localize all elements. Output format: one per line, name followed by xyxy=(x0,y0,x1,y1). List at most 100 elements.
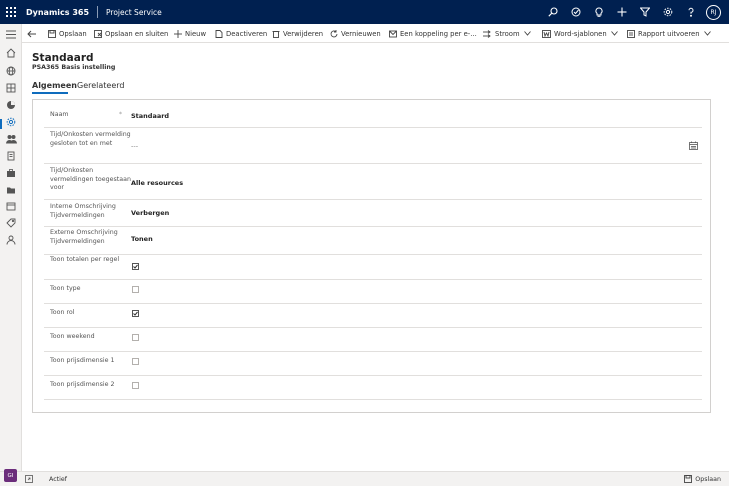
report-icon xyxy=(627,29,635,38)
new-button[interactable]: Nieuw xyxy=(174,24,206,43)
deactivate-label: Deactiveren xyxy=(226,29,268,38)
dashboard-icon[interactable] xyxy=(4,81,18,95)
word-templates-button[interactable]: Word-sjablonen xyxy=(542,24,618,43)
chevron-down-icon xyxy=(523,31,531,36)
active-nav-indicator xyxy=(0,119,2,129)
refresh-button[interactable]: Vernieuwen xyxy=(330,24,381,43)
home-icon[interactable] xyxy=(4,46,18,60)
app-name[interactable]: Dynamics 365 xyxy=(22,8,97,17)
calendar-icon[interactable] xyxy=(4,199,18,213)
checkbox-price-dimension-1[interactable] xyxy=(132,358,139,365)
field-value-name[interactable]: Standaard xyxy=(131,112,169,120)
field-label-show-role: Toon rol xyxy=(50,309,75,316)
contract-icon[interactable] xyxy=(4,149,18,163)
back-button[interactable] xyxy=(27,24,39,43)
save-icon xyxy=(684,475,693,483)
command-bar: Opslaan Opslaan en sluiten Nieuw Deactiv… xyxy=(22,24,729,43)
checkmark-icon xyxy=(133,264,138,269)
save-and-close-button[interactable]: Opslaan en sluiten xyxy=(94,24,168,43)
filter-icon[interactable] xyxy=(633,0,656,24)
field-row-external-description: Externe Omschrijving Tijdvermeldingen To… xyxy=(44,227,702,255)
general-section: Naam * Standaard Tijd/Onkosten vermeldin… xyxy=(32,99,711,413)
trash-icon xyxy=(272,30,280,38)
deactivate-button[interactable]: Deactiveren xyxy=(215,24,267,43)
chevron-down-icon xyxy=(610,31,618,36)
module-name[interactable]: Project Service xyxy=(98,8,162,17)
save-label: Opslaan xyxy=(59,29,87,38)
settings-icon[interactable] xyxy=(4,115,18,129)
lightbulb-icon[interactable] xyxy=(587,0,610,24)
field-row-closed-until: Tijd/Onkosten vermelding gesloten tot en… xyxy=(44,128,702,164)
tag-icon[interactable] xyxy=(4,216,18,230)
word-templates-label: Word-sjablonen xyxy=(554,29,607,38)
email-link-button[interactable]: Een koppeling per e-... xyxy=(389,24,477,43)
tab-related[interactable]: Gerelateerd xyxy=(77,81,125,90)
top-navigation-bar: Dynamics 365 Project Service RJ xyxy=(0,0,729,24)
expand-icon[interactable] xyxy=(25,475,33,485)
chevron-down-icon xyxy=(703,31,711,36)
run-report-label: Rapport uitvoeren xyxy=(638,29,700,38)
status-bar: GI Actief Opslaan xyxy=(0,469,729,486)
search-icon[interactable] xyxy=(541,0,564,24)
field-row-allowed-for: Tijd/Onkosten vermeldingen toegestaan vo… xyxy=(44,164,702,200)
record-title: Standaard xyxy=(32,52,94,64)
email-link-icon xyxy=(389,30,397,37)
field-label-price-dimension-1: Toon prijsdimensie 1 xyxy=(50,357,115,364)
field-value-external-description[interactable]: Tonen xyxy=(131,235,153,243)
folder-icon[interactable] xyxy=(4,183,18,197)
new-label: Nieuw xyxy=(185,29,207,38)
field-row-show-role: Toon rol xyxy=(44,304,702,328)
field-value-internal-description[interactable]: Verbergen xyxy=(131,209,169,217)
deactivate-icon xyxy=(215,29,223,38)
flow-button[interactable]: Stroom xyxy=(483,24,531,43)
checkbox-show-totals[interactable] xyxy=(132,263,139,270)
help-icon[interactable] xyxy=(679,0,702,24)
status-save-button[interactable]: Opslaan xyxy=(684,475,721,483)
calendar-icon[interactable] xyxy=(689,141,698,152)
task-flow-icon[interactable] xyxy=(564,0,587,24)
field-label-price-dimension-2: Toon prijsdimensie 2 xyxy=(50,381,115,388)
delete-label: Verwijderen xyxy=(283,29,324,38)
briefcase-icon[interactable] xyxy=(4,166,18,180)
field-row-internal-description: Interne Omschrijving Tijdvermeldingen Ve… xyxy=(44,200,702,227)
field-label-closed-until: Tijd/Onkosten vermelding gesloten tot en… xyxy=(50,131,131,147)
save-button[interactable]: Opslaan xyxy=(48,24,87,43)
checkmark-icon xyxy=(133,311,138,316)
field-row-show-totals: Toon totalen per regel xyxy=(44,255,702,280)
field-value-closed-until[interactable]: --- xyxy=(131,142,138,150)
email-link-label: Een koppeling per e-... xyxy=(400,29,477,38)
field-label-internal-description: Interne Omschrijving Tijdvermeldingen xyxy=(50,203,116,219)
refresh-icon xyxy=(330,29,338,37)
field-label-allowed-for: Tijd/Onkosten vermeldingen toegestaan vo… xyxy=(50,167,131,191)
resource-icon[interactable] xyxy=(4,233,18,247)
hamburger-menu-icon[interactable] xyxy=(4,27,18,41)
field-label-show-type: Toon type xyxy=(50,285,81,292)
delete-button[interactable]: Verwijderen xyxy=(272,24,323,43)
run-report-button[interactable]: Rapport uitvoeren xyxy=(627,24,711,43)
field-label-show-totals: Toon totalen per regel xyxy=(50,256,120,263)
field-row-price-dimension-1: Toon prijsdimensie 1 xyxy=(44,352,702,376)
word-template-icon xyxy=(542,29,551,38)
app-launcher-icon[interactable] xyxy=(0,0,22,24)
field-value-allowed-for[interactable]: Alle resources xyxy=(131,179,183,187)
field-label-external-description: Externe Omschrijving Tijdvermeldingen xyxy=(50,229,118,245)
save-close-icon xyxy=(94,29,102,38)
user-avatar[interactable]: RJ xyxy=(706,4,721,20)
plus-icon[interactable] xyxy=(610,0,633,24)
user-badge[interactable]: GI xyxy=(4,469,17,482)
tab-general[interactable]: Algemeen xyxy=(32,81,77,90)
gear-icon[interactable] xyxy=(656,0,679,24)
status-save-label: Opslaan xyxy=(695,475,721,483)
active-tab-indicator xyxy=(32,92,68,94)
globe-icon[interactable] xyxy=(4,64,18,78)
field-row-price-dimension-2: Toon prijsdimensie 2 xyxy=(44,376,702,400)
flow-label: Stroom xyxy=(495,29,520,38)
checkbox-price-dimension-2[interactable] xyxy=(132,382,139,389)
checkbox-show-weekend[interactable] xyxy=(132,334,139,341)
record-status: Actief xyxy=(49,476,67,483)
checkbox-show-role[interactable] xyxy=(132,310,139,317)
pie-chart-icon[interactable] xyxy=(4,98,18,112)
users-icon[interactable] xyxy=(4,132,18,146)
checkbox-show-type[interactable] xyxy=(132,286,139,293)
site-map-navigation xyxy=(0,24,22,471)
